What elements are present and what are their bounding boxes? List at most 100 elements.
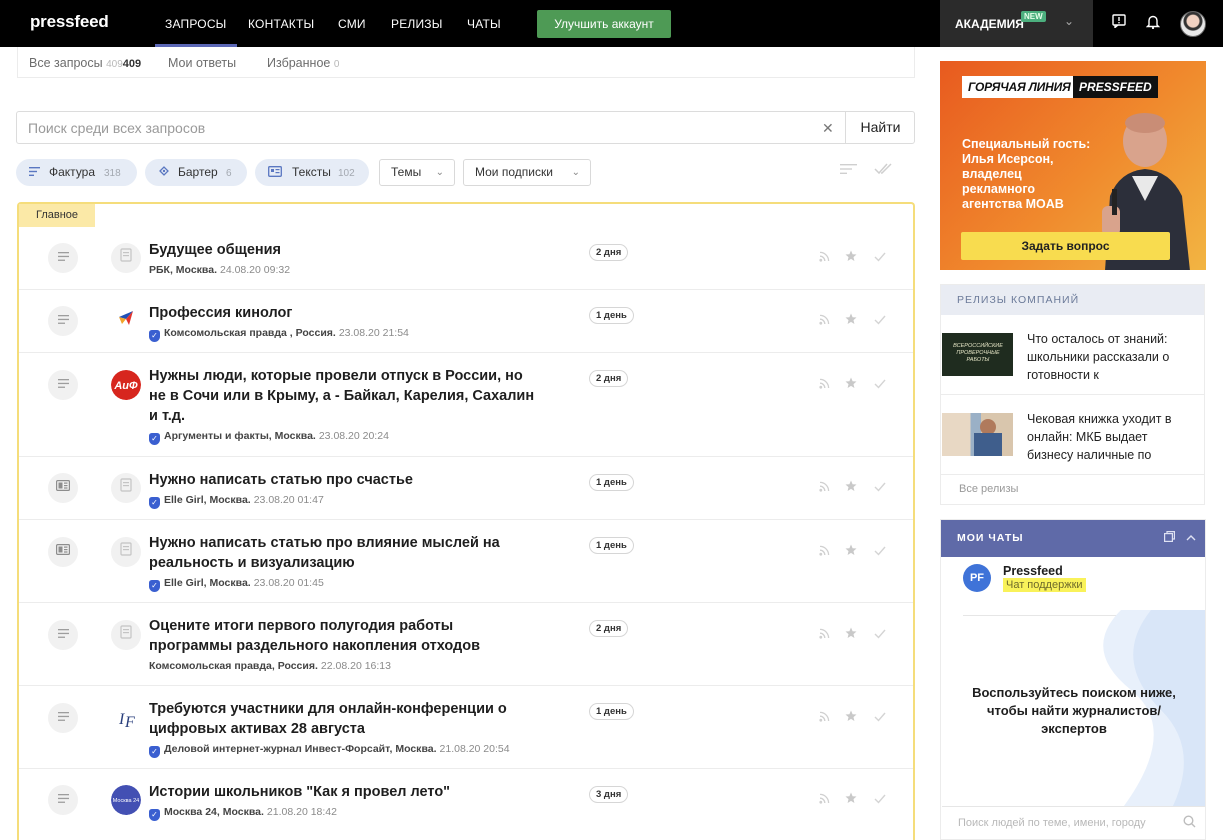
- hotline-promo-banner[interactable]: ГОРЯЧАЯ ЛИНИЯ PRESSFEED Специальный гост…: [940, 61, 1206, 270]
- verified-badge-icon: ✓: [149, 330, 160, 342]
- subscriptions-dropdown-label: Мои подписки: [475, 165, 553, 179]
- user-avatar[interactable]: [1180, 11, 1206, 37]
- request-title[interactable]: Истории школьников "Как я провел лето": [149, 782, 539, 802]
- media-name[interactable]: Деловой интернет-журнал Инвест-Форсайт, …: [164, 743, 437, 755]
- checkmark-icon[interactable]: [874, 628, 886, 642]
- checkmark-icon[interactable]: [874, 251, 886, 265]
- request-row[interactable]: Оцените итоги первого полугодия работы п…: [19, 603, 913, 686]
- release-item[interactable]: ВСЕРОССИЙСКИЕ ПРОВЕРОЧНЫЕ РАБОТЫ Что ост…: [941, 315, 1204, 395]
- request-row[interactable]: Нужно написать статью про счастье ✓ Elle G…: [19, 457, 913, 520]
- star-icon[interactable]: [845, 313, 857, 328]
- checkmark-icon[interactable]: [874, 711, 886, 725]
- media-logo-placeholder: [111, 473, 141, 503]
- release-item[interactable]: Чековая книжка уходит в онлайн: МКБ выда…: [941, 395, 1204, 475]
- star-icon[interactable]: [845, 480, 857, 495]
- deadline-badge: 2 дня: [589, 244, 629, 261]
- request-title[interactable]: Нужны люди, которые провели отпуск в Рос…: [149, 366, 539, 426]
- subscriptions-dropdown[interactable]: Мои подписки ⌄: [463, 159, 591, 186]
- media-name[interactable]: Комсомольская правда , Россия.: [164, 327, 336, 339]
- checkmark-icon[interactable]: [874, 481, 886, 495]
- request-title[interactable]: Оцените итоги первого полугодия работы п…: [149, 616, 539, 656]
- filter-chip-count: 102: [338, 168, 355, 179]
- checkmark-icon[interactable]: [874, 793, 886, 807]
- tab-favorites[interactable]: Избранное 0: [267, 56, 339, 70]
- bell-icon[interactable]: [1144, 14, 1162, 32]
- request-row[interactable]: Будущее общения РБК, Москва. 24.08.20 09:3…: [19, 227, 913, 290]
- request-title[interactable]: Нужно написать статью про счастье: [149, 470, 539, 490]
- rss-icon[interactable]: [819, 481, 830, 495]
- media-logo-placeholder: [111, 620, 141, 650]
- rss-icon[interactable]: [819, 793, 830, 807]
- request-row[interactable]: Нужно написать статью про влияние мыслей…: [19, 520, 913, 603]
- checkmark-icon[interactable]: [874, 314, 886, 328]
- media-name[interactable]: Москва 24, Москва.: [164, 806, 264, 818]
- academy-menu[interactable]: АКАДЕМИЯ NEW ⌄: [940, 0, 1093, 47]
- checkmark-icon[interactable]: [874, 545, 886, 559]
- chat-contact-name[interactable]: Pressfeed: [1003, 564, 1063, 578]
- nav-media[interactable]: СМИ: [338, 17, 366, 31]
- search-input[interactable]: [17, 112, 845, 143]
- support-chat-label: Чат поддержки: [1003, 578, 1086, 592]
- request-title[interactable]: Будущее общения: [149, 240, 539, 260]
- star-icon[interactable]: [845, 792, 857, 807]
- checkmark-icon[interactable]: [874, 378, 886, 392]
- close-icon[interactable]: ✕: [822, 120, 834, 137]
- chevron-up-icon[interactable]: [1186, 520, 1196, 557]
- filter-chip-texts[interactable]: Тексты 102: [255, 159, 369, 186]
- star-icon[interactable]: [845, 250, 857, 265]
- star-icon[interactable]: [845, 710, 857, 725]
- tab-all-requests[interactable]: Все запросы 409409: [29, 56, 141, 70]
- nav-releases[interactable]: РЕЛИЗЫ: [391, 17, 443, 31]
- filter-chip-factura[interactable]: Фактура 318: [16, 159, 137, 186]
- star-icon[interactable]: [845, 377, 857, 392]
- nav-requests[interactable]: ЗАПРОСЫ: [155, 17, 236, 47]
- all-releases-link[interactable]: Все релизы: [959, 483, 1018, 495]
- text-lines-icon: [48, 620, 78, 650]
- nav-contacts[interactable]: КОНТАКТЫ: [248, 17, 314, 31]
- request-list: Главное Будущее общения РБК, Москва. 24.08…: [17, 202, 915, 840]
- filter-chip-barter[interactable]: Бартер 6: [145, 159, 247, 186]
- request-title[interactable]: Профессия кинолог: [149, 303, 539, 323]
- ask-question-button[interactable]: Задать вопрос: [961, 232, 1170, 260]
- media-name[interactable]: Аргументы и факты, Москва.: [164, 430, 316, 442]
- top-navigation-bar: pressfeed ЗАПРОСЫ КОНТАКТЫ СМИ РЕЛИЗЫ ЧА…: [0, 0, 1223, 47]
- media-name[interactable]: Комсомольская правда, Россия.: [149, 660, 318, 672]
- search-icon[interactable]: [1183, 815, 1196, 831]
- request-title[interactable]: Требуются участники для онлайн-конференц…: [149, 699, 539, 739]
- media-name[interactable]: Elle Girl, Москва.: [164, 494, 251, 506]
- request-row[interactable]: Профессия кинолог ✓ Комсомольская правда ,…: [19, 290, 913, 353]
- rss-icon[interactable]: [819, 251, 830, 265]
- deadline-badge: 1 день: [589, 474, 634, 491]
- star-icon[interactable]: [845, 627, 857, 642]
- star-icon[interactable]: [845, 544, 857, 559]
- upgrade-account-button[interactable]: Улучшить аккаунт: [537, 10, 671, 38]
- topics-dropdown[interactable]: Темы ⌄: [379, 159, 455, 186]
- people-search-input[interactable]: [942, 807, 1172, 839]
- rss-icon[interactable]: [819, 545, 830, 559]
- verified-badge-icon: ✓: [149, 809, 160, 821]
- popout-icon[interactable]: [1164, 520, 1175, 557]
- request-row[interactable]: Москва 24 Истории школьников "Как я прове…: [19, 769, 913, 832]
- feedback-icon[interactable]: [1110, 14, 1128, 32]
- request-meta: ✓ Деловой интернет-журнал Инвест-Форсайт,…: [149, 743, 510, 758]
- rss-icon[interactable]: [819, 628, 830, 642]
- media-name[interactable]: Elle Girl, Москва.: [164, 577, 251, 589]
- request-title[interactable]: Нужно написать статью про влияние мыслей…: [149, 533, 539, 573]
- pressfeed-chat-avatar[interactable]: PF: [963, 564, 991, 592]
- nav-chats[interactable]: ЧАТЫ: [467, 17, 501, 31]
- sort-icon[interactable]: [840, 162, 857, 178]
- rss-icon[interactable]: [819, 314, 830, 328]
- list-icon: [29, 159, 40, 186]
- tab-my-answers[interactable]: Мои ответы: [168, 56, 236, 70]
- rss-icon[interactable]: [819, 378, 830, 392]
- chevron-down-icon: ⌄: [571, 167, 580, 178]
- media-name[interactable]: РБК, Москва.: [149, 264, 217, 276]
- search-button[interactable]: Найти: [845, 112, 915, 143]
- mark-all-read-icon[interactable]: [874, 162, 894, 178]
- request-row[interactable]: АиФ Нужны люди, которые провели отпуск в …: [19, 353, 913, 457]
- request-row[interactable]: I F Требуются участники для онлайн-конфере…: [19, 686, 913, 769]
- svg-text:I: I: [118, 711, 125, 728]
- tab-all-count-bold: 409: [122, 58, 142, 70]
- rss-icon[interactable]: [819, 711, 830, 725]
- pressfeed-logo[interactable]: pressfeed: [30, 12, 109, 32]
